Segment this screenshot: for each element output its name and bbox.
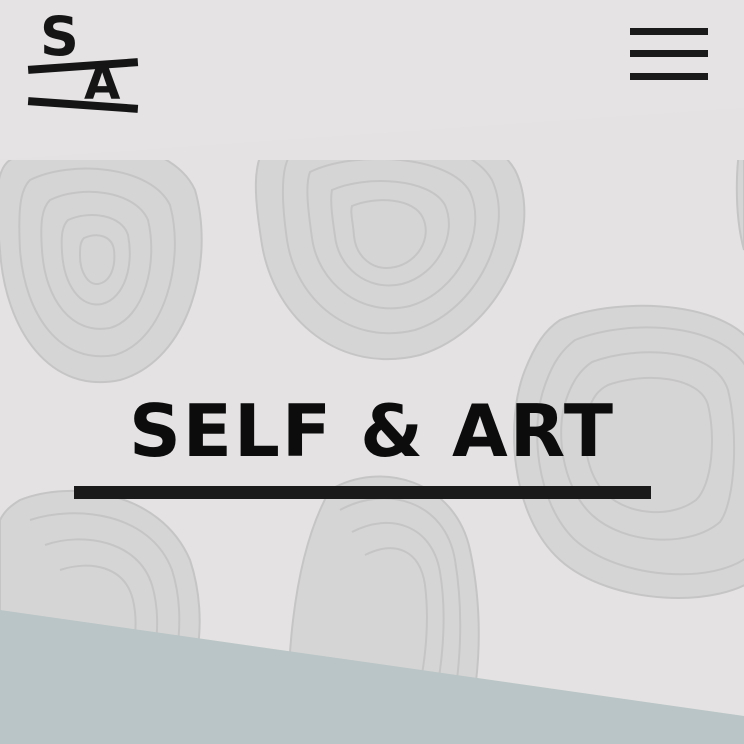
logo-letter-a: A — [84, 56, 121, 111]
site-logo[interactable]: S A — [27, 10, 144, 118]
logo-bar-bottom — [27, 97, 139, 113]
hero-title-underline — [74, 486, 651, 499]
logo-letter-s: S — [40, 5, 79, 68]
hero-title: SELF & ART — [128, 389, 616, 473]
pattern-blob — [0, 140, 203, 384]
menu-line — [630, 73, 708, 80]
menu-line — [630, 28, 708, 35]
menu-line — [630, 50, 708, 57]
hamburger-menu-icon[interactable] — [630, 28, 708, 84]
